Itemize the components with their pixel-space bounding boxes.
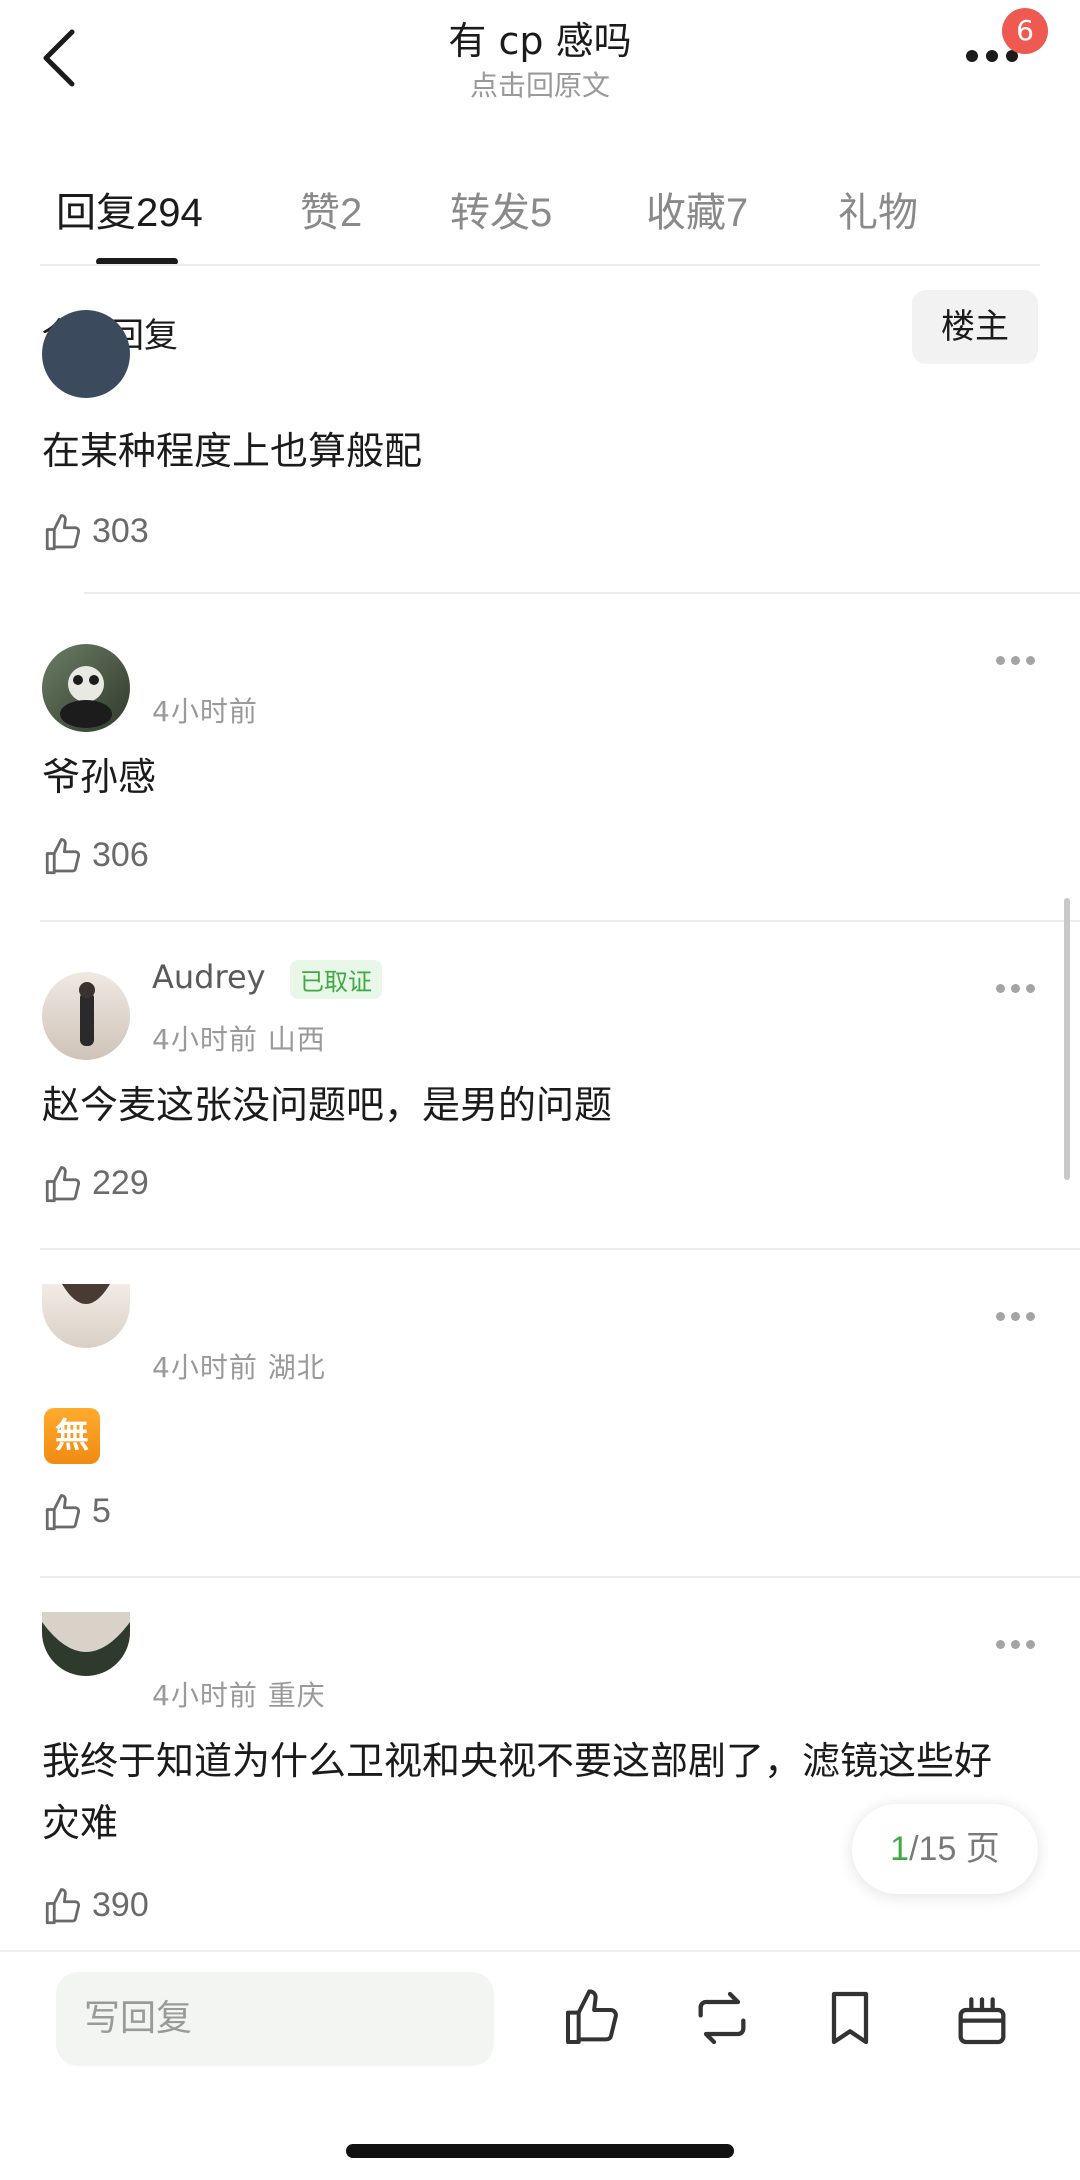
comment-options-button[interactable] (994, 1308, 1038, 1324)
comment-item: 4小时前 湖北 無 5 (0, 1256, 1080, 1576)
top-navigation-bar: 有 cp 感吗 点击回原文 6 (0, 0, 1080, 120)
avatar[interactable] (42, 972, 130, 1060)
comment-meta: 4小时前 重庆 (152, 1679, 326, 1712)
thumb-up-icon (45, 514, 81, 551)
comment-text: 赵今麦这张没问题吧，是男的问题 (42, 1083, 613, 1127)
back-to-post-link[interactable]: 点击回原文 (0, 68, 1080, 104)
repost-button[interactable] (690, 1986, 754, 2050)
total-pages: /15 页 (909, 1830, 1000, 1868)
like-post-button[interactable] (560, 1986, 624, 2050)
notification-badge: 6 (1002, 8, 1048, 54)
tab-gifts[interactable]: 礼物 (838, 180, 918, 238)
home-indicator[interactable] (346, 2144, 734, 2158)
avatar[interactable] (42, 310, 130, 398)
user-tag: 已取证 (290, 960, 382, 999)
comment-divider (40, 1576, 1080, 1578)
op-only-button[interactable]: 楼主 (912, 290, 1038, 364)
tab-replies[interactable]: 回复294 (56, 180, 203, 238)
comment-divider (84, 592, 1080, 594)
favorite-button[interactable] (818, 1986, 882, 2050)
comment-item: 4小时前 重庆 我终于知道为什么卫视和央视不要这部剧了，滤镜这些好灾难 390 (0, 1584, 1080, 1954)
comment-text: 爷孙感 (42, 755, 157, 799)
comment-item: 在某种程度上也算般配 303 (0, 310, 1080, 590)
like-count: 306 (92, 836, 149, 874)
like-count: 229 (92, 1164, 149, 1202)
comment-meta: 4小时前 山西 (152, 1023, 326, 1056)
bookmark-icon (831, 1991, 869, 2045)
page-indicator[interactable]: 1/15 页 (852, 1804, 1038, 1894)
gift-button[interactable] (950, 1986, 1014, 2050)
tab-divider (40, 264, 1040, 266)
avatar[interactable] (42, 1612, 130, 1676)
tab-favorites[interactable]: 收藏7 (646, 180, 748, 238)
tab-likes[interactable]: 赞2 (300, 180, 362, 238)
comment-item: Audrey 已取证 4小时前 山西 赵今麦这张没问题吧，是男的问题 229 (0, 928, 1080, 1248)
repost-icon (698, 1991, 746, 2045)
thumb-up-icon (45, 1494, 81, 1531)
comment-text: 在某种程度上也算般配 (42, 429, 423, 473)
like-count: 390 (92, 1886, 149, 1924)
like-count: 303 (92, 512, 149, 550)
avatar[interactable] (42, 1284, 130, 1348)
tab-reposts[interactable]: 转发5 (450, 180, 552, 238)
scrollbar[interactable] (1064, 898, 1070, 1180)
username[interactable]: Audrey (152, 958, 266, 996)
thumb-up-icon (45, 1166, 81, 1203)
avatar[interactable] (42, 644, 130, 732)
page-title: 有 cp 感吗 (448, 19, 632, 63)
thumb-up-icon (45, 838, 81, 875)
comment-meta: 4小时前 (152, 695, 258, 728)
comment-meta: 4小时前 湖北 (152, 1351, 326, 1384)
current-page: 1 (890, 1830, 910, 1868)
like-count: 5 (92, 1492, 111, 1530)
comment-options-button[interactable] (994, 1636, 1038, 1652)
tab-bar: 回复294 赞2 转发5 收藏7 礼物 (0, 170, 1080, 270)
thumb-up-icon (45, 1888, 81, 1925)
emoji-none: 無 (44, 1408, 100, 1464)
thumb-up-icon (566, 1989, 618, 2044)
title-block[interactable]: 有 cp 感吗 点击回原文 (0, 14, 1080, 104)
comment-item: 4小时前 爷孙感 306 (0, 600, 1080, 920)
comment-divider (40, 920, 1080, 922)
comment-divider (40, 1248, 1080, 1250)
comment-options-button[interactable] (994, 980, 1038, 996)
reply-input[interactable]: 写回复 (56, 1972, 494, 2066)
gift-icon (958, 1997, 1006, 2045)
comment-options-button[interactable] (994, 652, 1038, 668)
